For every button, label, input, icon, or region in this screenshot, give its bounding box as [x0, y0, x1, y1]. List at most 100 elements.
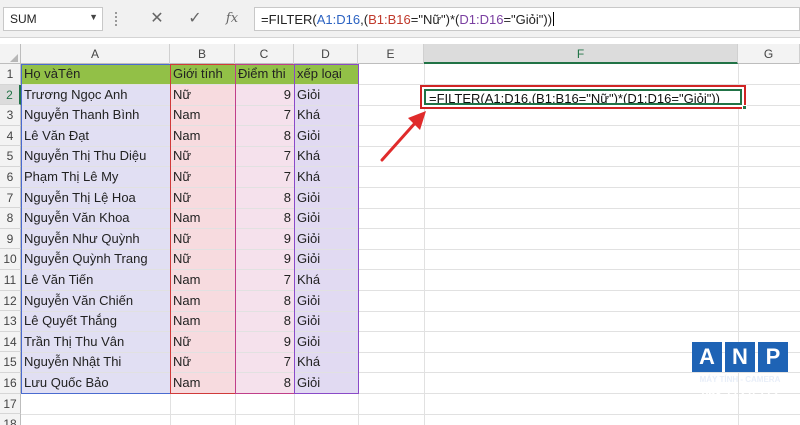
table-cell-gender[interactable]: Nữ — [170, 188, 235, 209]
table-cell-score[interactable]: 9 — [235, 85, 294, 106]
chevron-down-icon[interactable]: ▼ — [89, 12, 98, 22]
table-cell-gender[interactable]: Nam — [170, 373, 235, 394]
active-cell-f2[interactable]: =FILTER(A1:D16,(B1:B16="Nữ")*(D1:D16="Gi… — [420, 85, 747, 110]
table-cell-gender[interactable]: Nam — [170, 311, 235, 332]
table-cell-gender[interactable]: Nam — [170, 270, 235, 291]
table-cell-grade[interactable]: Giỏi — [294, 311, 358, 332]
table-cell-name[interactable]: Nguyễn Văn Khoa — [21, 208, 170, 229]
table-cell-grade[interactable]: Giỏi — [294, 249, 358, 270]
table-cell-score[interactable]: 9 — [235, 249, 294, 270]
cell-a1[interactable]: Họ vàTên — [21, 64, 170, 85]
table-cell-gender[interactable]: Nam — [170, 208, 235, 229]
cell-b1[interactable]: Giới tính — [170, 64, 235, 85]
column-header-e[interactable]: E — [358, 44, 424, 64]
table-cell-score[interactable]: 8 — [235, 291, 294, 312]
table-cell-score[interactable]: 7 — [235, 167, 294, 188]
table-cell-gender[interactable]: Nam — [170, 105, 235, 126]
table-cell-score[interactable]: 7 — [235, 352, 294, 373]
table-cell-grade[interactable]: Giỏi — [294, 229, 358, 250]
table-cell-grade[interactable]: Giỏi — [294, 208, 358, 229]
row-header[interactable]: 2 — [0, 84, 21, 106]
table-cell-name[interactable]: Lê Văn Đạt — [21, 126, 170, 147]
insert-function-icon[interactable]: fx — [220, 8, 244, 30]
cell-d1[interactable]: xếp loại — [294, 64, 358, 85]
table-cell-name[interactable]: Trần Thị Thu Vân — [21, 332, 170, 353]
table-cell-score[interactable]: 8 — [235, 126, 294, 147]
table-cell-gender[interactable]: Nữ — [170, 332, 235, 353]
table-cell-name[interactable]: Nguyễn Thị Lệ Hoa — [21, 188, 170, 209]
table-cell-name[interactable]: Nguyễn Như Quỳnh — [21, 229, 170, 250]
row-header[interactable]: 4 — [0, 125, 21, 147]
table-cell-grade[interactable]: Giỏi — [294, 332, 358, 353]
fill-handle[interactable] — [742, 105, 747, 110]
table-cell-name[interactable]: Trương Ngọc Anh — [21, 85, 170, 106]
table-cell-score[interactable]: 8 — [235, 373, 294, 394]
row-header[interactable]: 3 — [0, 105, 21, 126]
row-header[interactable]: 6 — [0, 167, 21, 188]
table-cell-gender[interactable]: Nam — [170, 126, 235, 147]
row-header[interactable]: 7 — [0, 187, 21, 209]
row-header[interactable]: 13 — [0, 311, 21, 332]
row-header[interactable]: 9 — [0, 228, 21, 250]
table-cell-grade[interactable]: Giỏi — [294, 85, 358, 106]
column-header-c[interactable]: C — [235, 44, 294, 64]
column-header-b[interactable]: B — [170, 44, 235, 64]
table-cell-grade[interactable]: Khá — [294, 105, 358, 126]
name-box[interactable]: SUM ▼ — [3, 7, 103, 31]
table-cell-name[interactable]: Nguyễn Thị Thu Diệu — [21, 146, 170, 167]
table-cell-name[interactable]: Nguyễn Văn Chiến — [21, 291, 170, 312]
cancel-icon[interactable]: ✕ — [145, 8, 169, 30]
row-header[interactable]: 5 — [0, 146, 21, 167]
table-cell-grade[interactable]: Giỏi — [294, 126, 358, 147]
table-cell-gender[interactable]: Nữ — [170, 249, 235, 270]
row-header[interactable]: 17 — [0, 393, 21, 415]
table-cell-gender[interactable]: Nữ — [170, 352, 235, 373]
table-cell-gender[interactable]: Nam — [170, 291, 235, 312]
column-header-f[interactable]: F — [424, 44, 738, 64]
table-cell-grade[interactable]: Khá — [294, 352, 358, 373]
table-cell-grade[interactable]: Khá — [294, 146, 358, 167]
table-cell-gender[interactable]: Nữ — [170, 229, 235, 250]
table-cell-grade[interactable]: Giỏi — [294, 291, 358, 312]
column-header-a[interactable]: A — [21, 44, 170, 64]
table-cell-grade[interactable]: Giỏi — [294, 188, 358, 209]
table-cell-name[interactable]: Nguyễn Thanh Bình — [21, 105, 170, 126]
row-header[interactable]: 8 — [0, 208, 21, 229]
table-cell-name[interactable]: Lê Văn Tiến — [21, 270, 170, 291]
row-header[interactable]: 11 — [0, 270, 21, 291]
drag-handle[interactable] — [115, 12, 119, 26]
table-cell-score[interactable]: 7 — [235, 146, 294, 167]
table-cell-gender[interactable]: Nữ — [170, 146, 235, 167]
row-header[interactable]: 10 — [0, 249, 21, 270]
table-cell-grade[interactable]: Giỏi — [294, 373, 358, 394]
table-cell-name[interactable]: Lê Quyết Thắng — [21, 311, 170, 332]
table-cell-name[interactable]: Nguyễn Nhật Thi — [21, 352, 170, 373]
table-cell-grade[interactable]: Khá — [294, 167, 358, 188]
active-cell-formula[interactable]: =FILTER(A1:D16,(B1:B16="Nữ")*(D1:D16="Gi… — [424, 89, 742, 105]
table-cell-score[interactable]: 8 — [235, 208, 294, 229]
table-cell-name[interactable]: Lưu Quốc Bảo — [21, 373, 170, 394]
table-cell-grade[interactable]: Khá — [294, 270, 358, 291]
table-cell-score[interactable]: 8 — [235, 311, 294, 332]
row-header[interactable]: 16 — [0, 373, 21, 394]
cell-c1[interactable]: Điểm thi — [235, 64, 294, 85]
row-header[interactable]: 1 — [0, 64, 21, 85]
row-header[interactable]: 18 — [0, 414, 21, 425]
row-header[interactable]: 12 — [0, 290, 21, 312]
column-header-g[interactable]: G — [738, 44, 800, 64]
table-cell-score[interactable]: 7 — [235, 105, 294, 126]
table-cell-score[interactable]: 7 — [235, 270, 294, 291]
table-cell-gender[interactable]: Nữ — [170, 85, 235, 106]
table-cell-name[interactable]: Nguyễn Quỳnh Trang — [21, 249, 170, 270]
select-all-button[interactable] — [0, 44, 21, 64]
column-header-d[interactable]: D — [294, 44, 358, 64]
row-header[interactable]: 14 — [0, 331, 21, 353]
table-cell-score[interactable]: 9 — [235, 229, 294, 250]
enter-icon[interactable]: ✓ — [183, 8, 207, 30]
table-cell-name[interactable]: Phạm Thị Lê My — [21, 167, 170, 188]
row-header[interactable]: 15 — [0, 352, 21, 373]
formula-input[interactable]: =FILTER(A1:D16,(B1:B16="Nữ")*(D1:D16="Gi… — [254, 7, 800, 31]
table-cell-score[interactable]: 8 — [235, 188, 294, 209]
table-cell-score[interactable]: 9 — [235, 332, 294, 353]
table-cell-gender[interactable]: Nữ — [170, 167, 235, 188]
